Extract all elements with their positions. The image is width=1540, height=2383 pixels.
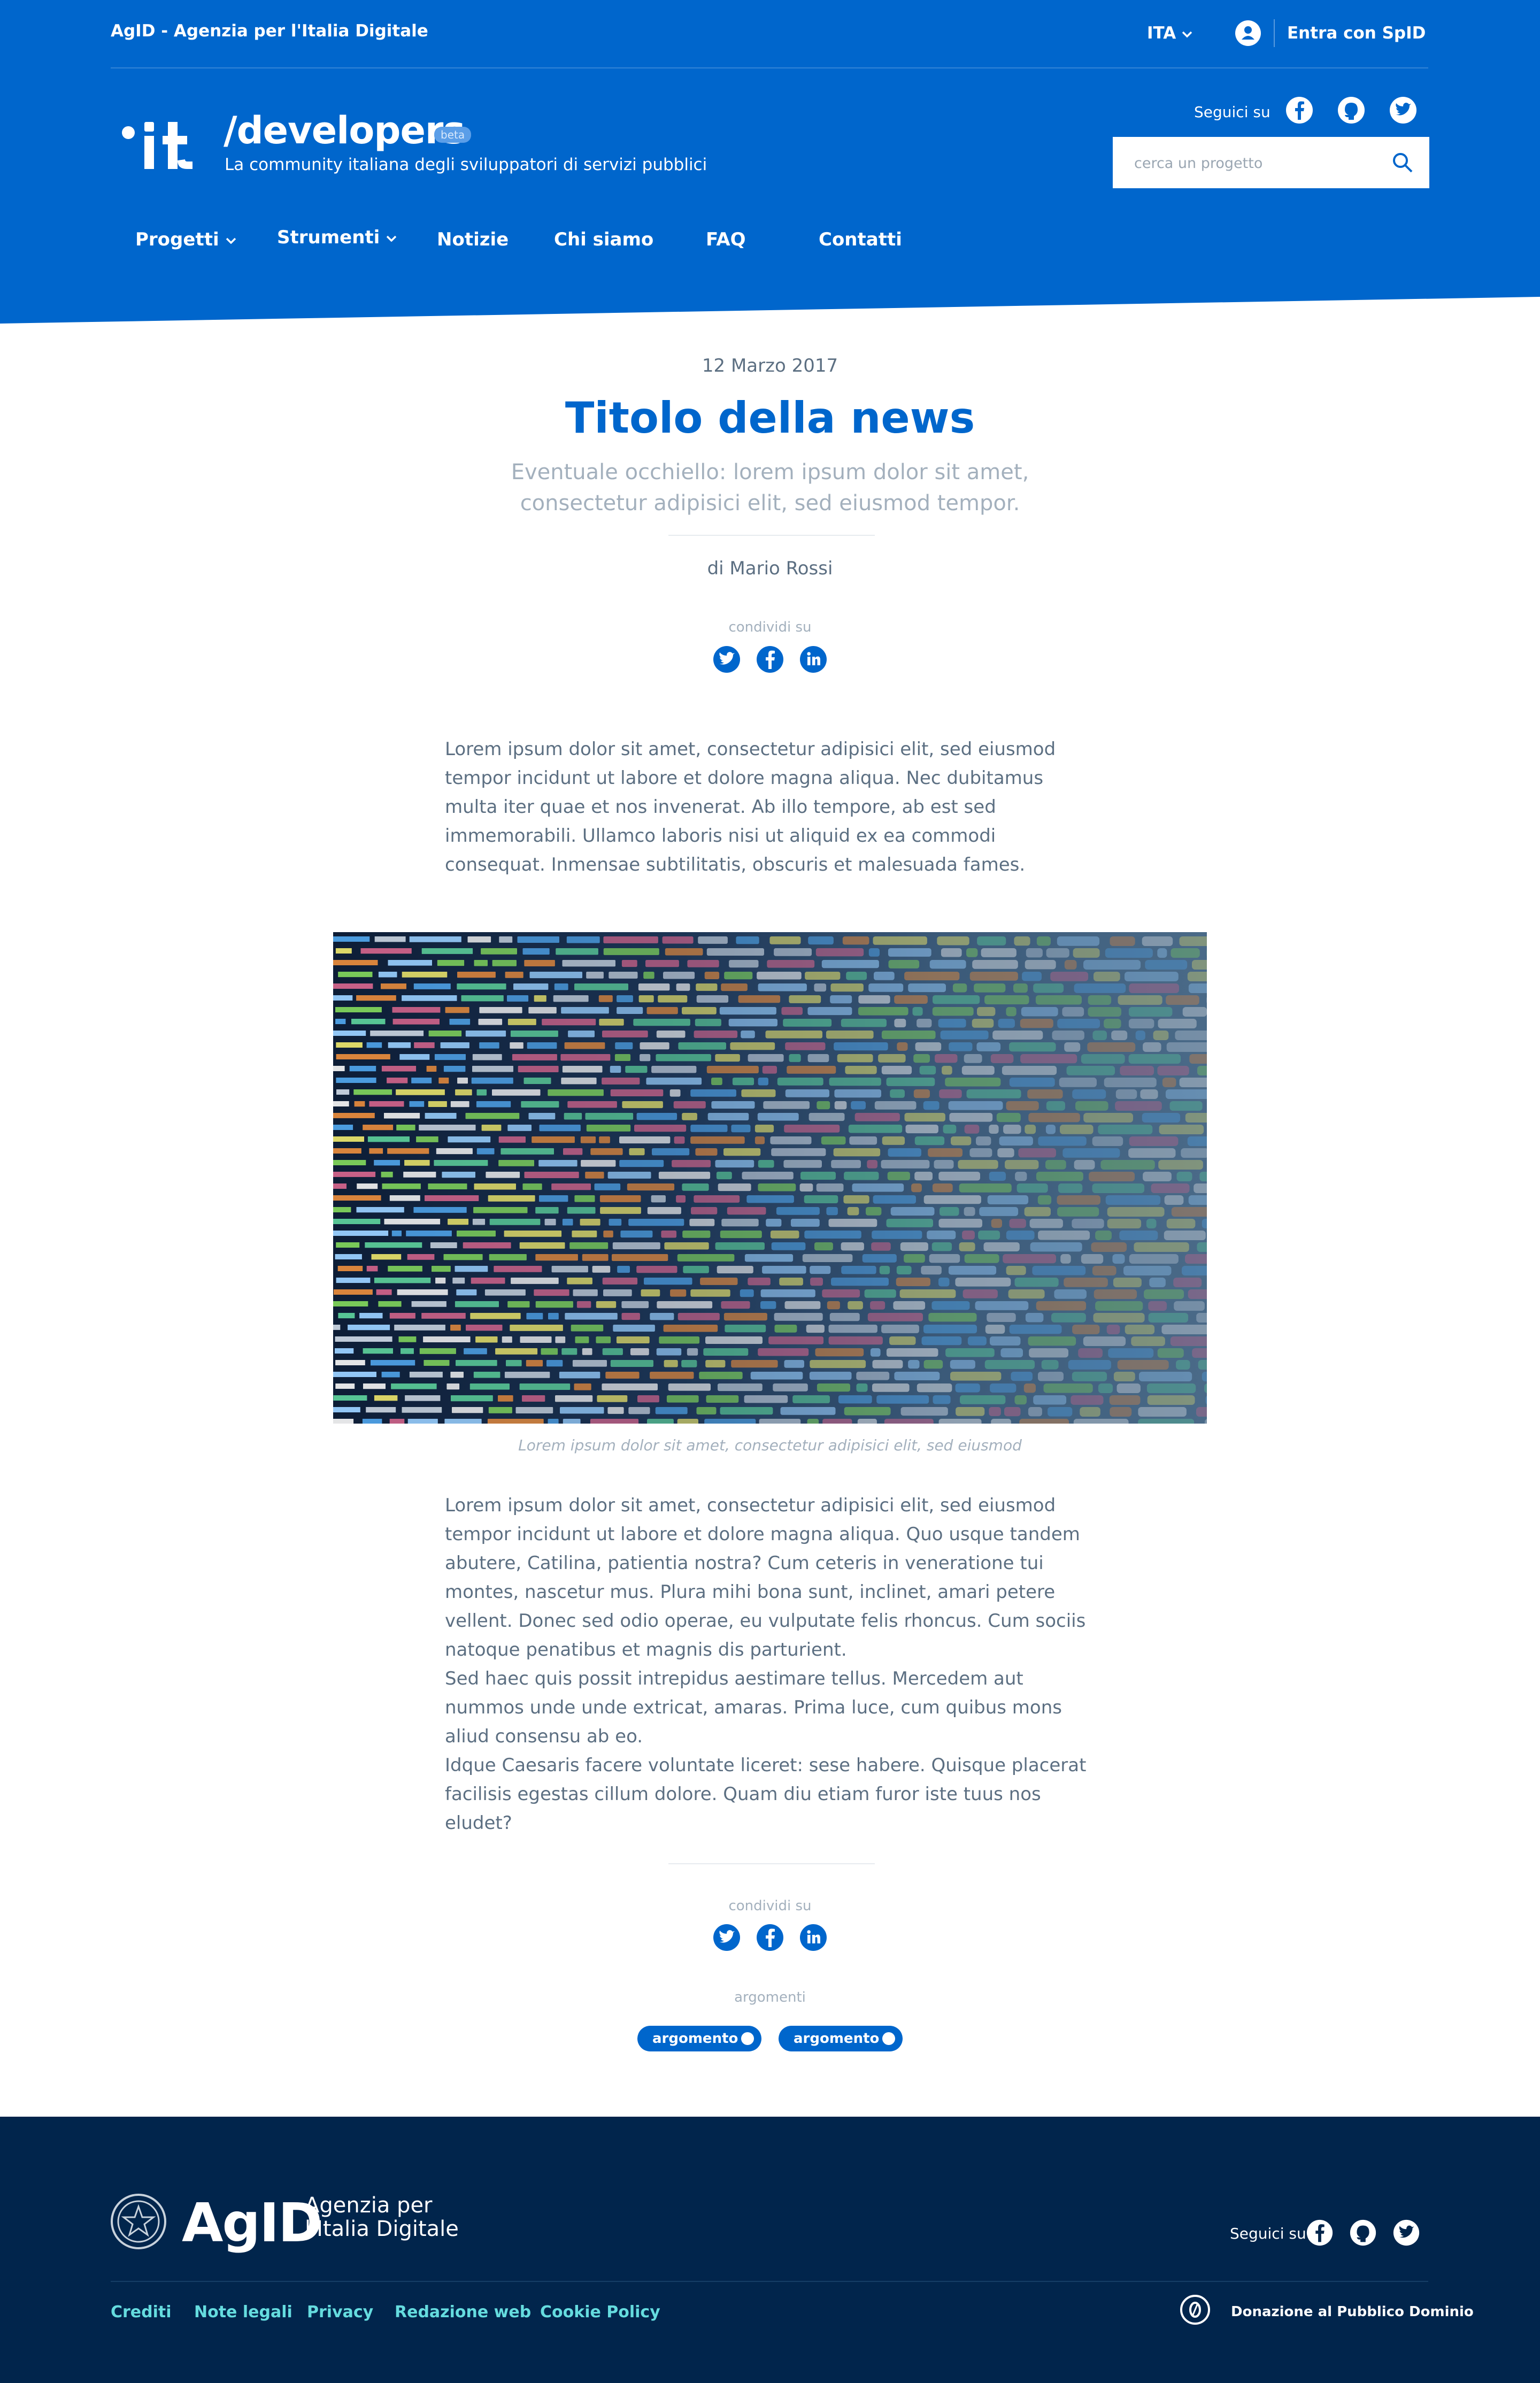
share-label: condividi su — [728, 619, 812, 635]
footer-social-label: Seguici su — [1230, 2225, 1306, 2242]
article-intro: Lorem ipsum dolor sit amet, consectetur … — [445, 739, 1056, 875]
article-date: 12 Marzo 2017 — [702, 355, 838, 376]
header-divider — [111, 67, 1428, 68]
linkedin-share-icon[interactable] — [799, 645, 828, 674]
nav-item-progetti[interactable]: Progetti — [135, 229, 236, 250]
twitter-share-icon[interactable] — [712, 1923, 741, 1952]
agid-subtitle-line: Agenzia per — [305, 2193, 433, 2218]
divider — [668, 535, 875, 536]
nav-item-faq[interactable]: FAQ — [706, 229, 746, 250]
chevron-down-icon — [387, 235, 397, 242]
article-image — [333, 932, 1207, 1424]
nav-item-strumenti[interactable]: Strumenti — [277, 227, 397, 248]
article-paragraph: Idque Caesaris facere voluntate liceret:… — [445, 1755, 1087, 1834]
tag-dot-icon — [741, 2032, 754, 2045]
image-caption: Lorem ipsum dolor sit amet, consectetur … — [518, 1436, 1022, 1454]
footer-link-redazione-web[interactable]: Redazione web — [395, 2303, 531, 2321]
user-icon[interactable] — [1235, 20, 1261, 46]
tag-label: argomento 2 — [794, 2031, 894, 2047]
divider — [668, 1863, 875, 1864]
search-box — [1113, 137, 1429, 189]
facebook-icon[interactable] — [1305, 2218, 1334, 2247]
article-kicker: Eventuale occhiello: lorem ipsum dolor s… — [511, 460, 1029, 516]
github-icon[interactable] — [1336, 95, 1366, 125]
search-icon[interactable] — [1391, 151, 1414, 174]
agid-logo-subtitle: Agenzia per l'Italia Digitale — [305, 2194, 459, 2241]
brand-tagline: La community italiana degli sviluppatori… — [225, 155, 707, 174]
spid-login-link[interactable]: Entra con SpID — [1287, 24, 1426, 43]
facebook-share-icon[interactable] — [756, 645, 784, 674]
linkedin-share-icon[interactable] — [799, 1923, 828, 1952]
republic-emblem-icon — [111, 2194, 166, 2249]
tag-dot-icon — [882, 2032, 895, 2045]
agid-logo-text[interactable]: AgID — [182, 2192, 322, 2254]
social-label: Seguici su — [1194, 103, 1270, 121]
search-input[interactable] — [1113, 137, 1387, 189]
beta-badge: beta — [434, 127, 472, 143]
facebook-share-icon[interactable] — [756, 1923, 784, 1952]
nav-label: Strumenti — [277, 227, 380, 248]
article-paragraph: Sed haec quis possit intrepidus aestimar… — [445, 1668, 1062, 1747]
article-paragraph: Lorem ipsum dolor sit amet, consectetur … — [445, 1495, 1086, 1661]
footer-link-cookie-policy[interactable]: Cookie Policy — [540, 2303, 660, 2321]
twitter-icon[interactable] — [1392, 2218, 1421, 2247]
tag-chip[interactable]: argomento 2 — [779, 2026, 903, 2051]
article-title: Titolo della news — [565, 393, 975, 443]
language-label: ITA — [1147, 24, 1176, 43]
public-domain-icon[interactable] — [1180, 2294, 1211, 2325]
footer-divider — [111, 2281, 1428, 2282]
tags-label: argomenti — [734, 1989, 806, 2005]
share-label: condividi su — [728, 1898, 812, 1914]
github-icon[interactable] — [1349, 2218, 1377, 2247]
nav-item-chi-siamo[interactable]: Chi siamo — [554, 229, 653, 250]
donation-link[interactable]: Donazione al Pubblico Dominio — [1231, 2304, 1474, 2320]
slim-header-title[interactable]: AgID - Agenzia per l'Italia Digitale — [111, 21, 428, 41]
nav-label: Progetti — [135, 229, 219, 250]
brand-name[interactable]: /developers — [224, 109, 465, 152]
twitter-share-icon[interactable] — [712, 645, 741, 674]
language-selector[interactable]: ITA — [1147, 24, 1193, 43]
twitter-icon[interactable] — [1388, 95, 1418, 125]
tag-chip[interactable]: argomento 1 — [637, 2026, 761, 2051]
it-logo[interactable] — [121, 119, 196, 174]
nav-item-notizie[interactable]: Notizie — [437, 229, 509, 250]
article-author: di Mario Rossi — [707, 558, 833, 579]
footer-link-privacy[interactable]: Privacy — [307, 2303, 373, 2321]
facebook-icon[interactable] — [1284, 95, 1314, 125]
agid-subtitle-line: l'Italia Digitale — [305, 2217, 459, 2241]
footer-link-crediti[interactable]: Crediti — [111, 2303, 172, 2321]
divider — [1274, 19, 1275, 47]
nav-item-contatti[interactable]: Contatti — [819, 229, 902, 250]
chevron-down-icon — [226, 237, 236, 244]
footer-link-note-legali[interactable]: Note legali — [194, 2303, 292, 2321]
tag-label: argomento 1 — [652, 2031, 753, 2047]
chevron-down-icon — [1182, 31, 1192, 37]
